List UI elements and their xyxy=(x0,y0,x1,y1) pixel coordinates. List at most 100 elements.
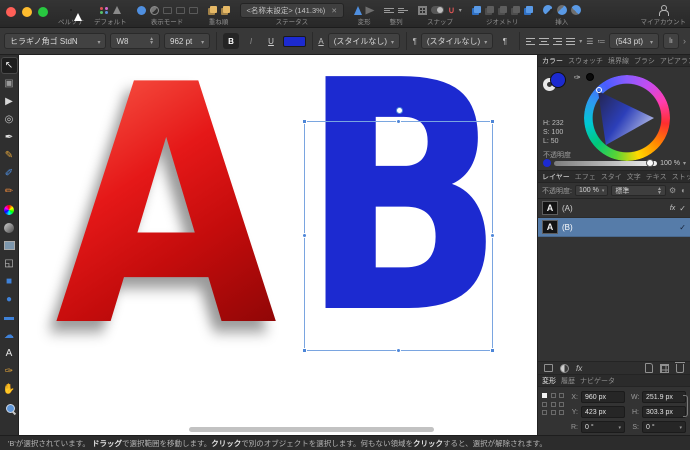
blend-options-gear-icon[interactable]: ⚙ xyxy=(669,186,676,195)
flip-vertical-icon[interactable] xyxy=(366,6,375,14)
text-color-swatch[interactable] xyxy=(283,36,305,47)
italic-button[interactable]: I xyxy=(243,33,259,49)
move-tool-icon[interactable]: ↖ xyxy=(1,57,18,74)
snap-toggle-icon[interactable] xyxy=(431,6,444,14)
w-input[interactable]: 251.9 px xyxy=(642,391,686,403)
selection-handle-ne[interactable] xyxy=(490,119,495,124)
font-weight-stepper-icon[interactable]: ▲▼ xyxy=(149,37,154,45)
anchor-point-selector[interactable] xyxy=(542,393,566,417)
link-dimensions-icon[interactable] xyxy=(683,395,688,417)
tab-color[interactable]: カラー xyxy=(542,56,563,66)
tab-transform[interactable]: 変形 xyxy=(542,376,556,386)
tab-navigator[interactable]: ナビゲータ xyxy=(580,376,615,386)
retina-view-icon[interactable] xyxy=(189,7,198,14)
mask-layer-icon[interactable] xyxy=(544,364,553,372)
tab-layers[interactable]: レイヤー xyxy=(542,172,570,182)
fill-gradient-tool-icon[interactable] xyxy=(1,201,18,218)
opacity-caret-icon[interactable]: ▾ xyxy=(683,160,686,167)
vector-brush-tool-icon[interactable]: ✐ xyxy=(1,165,18,182)
align-left-text-icon[interactable] xyxy=(526,37,535,46)
align-right-text-icon[interactable] xyxy=(553,37,562,46)
minimize-window-button[interactable] xyxy=(22,7,32,17)
align-justify-text-icon[interactable] xyxy=(566,37,575,46)
blend-mode-select[interactable]: 標準 ▲▼ xyxy=(611,185,666,196)
close-document-icon[interactable] xyxy=(331,6,337,15)
r-input[interactable]: 0 ° xyxy=(581,421,625,433)
point-transform-tool-icon[interactable]: ◎ xyxy=(1,111,18,128)
layer-effects-icon[interactable]: fx xyxy=(576,364,582,373)
node-tool-icon[interactable]: ▶ xyxy=(1,93,18,110)
font-size-select[interactable]: 962 pt xyxy=(164,33,210,49)
selection-handle-se[interactable] xyxy=(490,348,495,353)
boolean-add-icon[interactable] xyxy=(472,6,481,15)
outline-view-icon[interactable] xyxy=(176,7,185,14)
picked-color-well[interactable] xyxy=(586,73,594,81)
font-family-select[interactable]: ヒラギノ角ゴ StdN xyxy=(4,33,106,49)
tab-brushes[interactable]: ブラシ xyxy=(634,56,655,66)
tab-stops[interactable]: ストッ xyxy=(672,172,690,182)
layer-row-b-selected[interactable]: A (B) xyxy=(538,218,690,237)
rectangle-tool-icon[interactable]: ■ xyxy=(1,273,18,290)
selection-handle-nw[interactable] xyxy=(302,119,307,124)
close-window-button[interactable] xyxy=(6,7,16,17)
custom-shape-tool-icon[interactable]: ☁ xyxy=(1,327,18,344)
x-input[interactable]: 960 px xyxy=(581,391,625,403)
blend-ranges-icon[interactable]: ◐ xyxy=(681,186,686,195)
tab-text-styles[interactable]: テキス xyxy=(646,172,667,182)
rotation-handle[interactable] xyxy=(396,107,403,114)
canvas-letter-a[interactable]: A xyxy=(55,55,277,372)
eyedropper-icon[interactable]: ✑ xyxy=(574,73,581,82)
canvas[interactable]: A B xyxy=(19,55,537,435)
tab-effects[interactable]: エフェ xyxy=(575,172,596,182)
toolbar-overflow-icon[interactable]: › xyxy=(683,36,686,46)
place-image-tool-icon[interactable] xyxy=(1,237,18,254)
text-tool-icon[interactable]: A xyxy=(1,345,18,362)
opacity-slider[interactable] xyxy=(554,161,657,166)
delete-layer-icon[interactable] xyxy=(676,364,684,373)
color-opacity-value[interactable]: 100 % xyxy=(660,160,680,167)
bullet-list-icon[interactable]: ☰ xyxy=(586,37,593,46)
layer-row-a[interactable]: A (A) fx xyxy=(538,199,690,218)
tab-history[interactable]: 履歴 xyxy=(561,376,575,386)
underline-button[interactable]: U xyxy=(263,33,279,49)
color-dots-icon[interactable] xyxy=(100,7,109,14)
tab-stroke[interactable]: 境界線 xyxy=(608,56,629,66)
fill-swatch-icon[interactable] xyxy=(550,72,566,88)
selection-handle-sw[interactable] xyxy=(302,348,307,353)
insert-inside-icon[interactable] xyxy=(543,5,553,15)
align-center-text-icon[interactable] xyxy=(539,37,548,46)
fill-stroke-selector[interactable] xyxy=(543,72,567,92)
layers-opacity-select[interactable]: 100 % xyxy=(575,185,608,196)
designer-persona-button[interactable] xyxy=(70,9,72,11)
align-left-icon[interactable] xyxy=(384,8,394,13)
pixel-view-icon[interactable] xyxy=(150,6,159,15)
tab-appearance[interactable]: アピアランス xyxy=(660,56,690,66)
document-title-pill[interactable]: <名称未設定> (141.3%) xyxy=(240,3,345,18)
align-options-caret-icon[interactable]: ▾ xyxy=(579,38,582,45)
spacing-button[interactable]: lı xyxy=(663,33,679,49)
hue-selector-dot[interactable] xyxy=(596,87,602,93)
leading-select[interactable]: (543 pt) xyxy=(609,33,659,49)
layer-a-fx-badge[interactable]: fx xyxy=(670,205,675,212)
move-backward-icon[interactable] xyxy=(221,6,230,15)
paint-brush-tool-icon[interactable]: ✏ xyxy=(1,183,18,200)
boolean-divide-icon[interactable] xyxy=(511,6,520,15)
split-view-icon[interactable] xyxy=(163,7,172,14)
my-account-icon[interactable] xyxy=(658,5,668,15)
insert-behind-icon[interactable] xyxy=(557,5,567,15)
horizontal-scrollbar[interactable] xyxy=(189,427,434,432)
opacity-slider-knob[interactable] xyxy=(646,159,654,167)
character-style-select[interactable]: (スタイルなし) xyxy=(328,33,400,49)
ellipse-tool-icon[interactable]: ● xyxy=(1,291,18,308)
layer-b-visibility-checkbox[interactable] xyxy=(679,223,686,232)
pen-tool-icon[interactable]: ✒ xyxy=(1,129,18,146)
boolean-subtract-icon[interactable] xyxy=(485,6,494,15)
magnet-icon[interactable]: ∪ xyxy=(448,6,455,15)
selection-handle-w[interactable] xyxy=(302,233,307,238)
pencil-tool-icon[interactable]: ✎ xyxy=(1,147,18,164)
artboard-tool-icon[interactable]: ▣ xyxy=(1,75,18,92)
snap-options-caret-icon[interactable]: ▾ xyxy=(459,7,462,14)
tab-swatches[interactable]: スウォッチ xyxy=(568,56,603,66)
zoom-tool-icon[interactable] xyxy=(1,399,18,416)
tab-glyphs[interactable]: 文字 xyxy=(627,172,641,182)
